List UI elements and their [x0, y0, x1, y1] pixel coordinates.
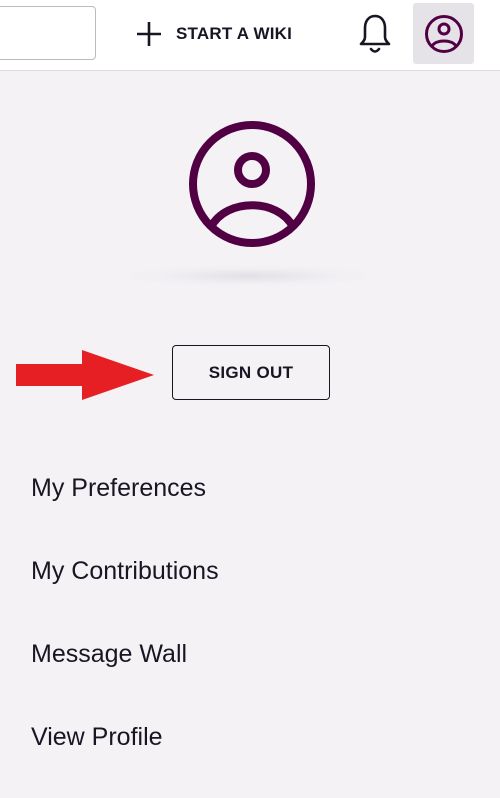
username-blurred — [130, 266, 370, 286]
menu-item-message-wall[interactable]: Message Wall — [31, 632, 219, 715]
user-avatar-icon — [189, 121, 315, 247]
start-a-wiki-label: START A WIKI — [176, 24, 293, 43]
sign-out-button[interactable]: SIGN OUT — [172, 345, 330, 400]
account-menu: My Preferences My Contributions Message … — [31, 466, 219, 798]
user-account-icon — [424, 14, 463, 53]
menu-item-my-preferences[interactable]: My Preferences — [31, 466, 219, 549]
top-navigation-bar: START A WIKI — [0, 0, 500, 71]
start-a-wiki-button[interactable]: START A WIKI — [136, 18, 292, 50]
user-account-button[interactable] — [413, 3, 474, 64]
menu-item-my-contributions[interactable]: My Contributions — [31, 549, 219, 632]
menu-item-view-profile[interactable]: View Profile — [31, 715, 219, 798]
plus-icon — [137, 22, 161, 46]
search-input[interactable] — [0, 6, 96, 60]
notification-bell-icon[interactable] — [358, 12, 392, 56]
annotation-arrow-icon — [16, 350, 154, 400]
